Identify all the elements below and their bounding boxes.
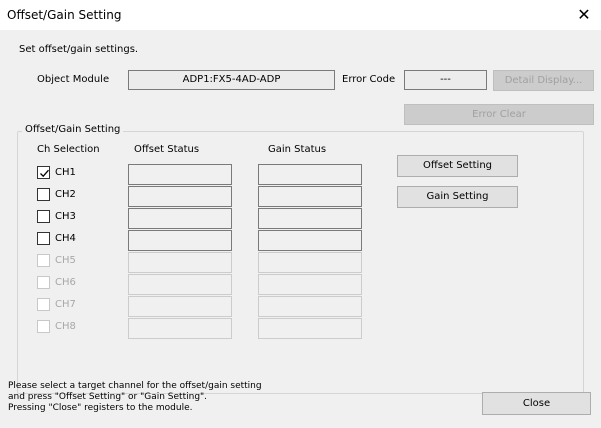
channel-checkbox[interactable]: [37, 254, 50, 267]
channel-checkbox[interactable]: [37, 232, 50, 245]
channel-label: CH3: [55, 211, 76, 222]
channel-label: CH5: [55, 255, 76, 266]
title-bar: Offset/Gain Setting ✕: [0, 0, 601, 30]
dialog-body: Set offset/gain settings. Object Module …: [0, 30, 601, 428]
channel-checkbox[interactable]: [37, 298, 50, 311]
channel-label: CH7: [55, 299, 76, 310]
error-code-label: Error Code: [342, 74, 396, 85]
gain-status-field: [258, 164, 362, 185]
col-ch-selection: Ch Selection: [37, 144, 100, 155]
help-text: Please select a target channel for the o…: [8, 381, 262, 414]
gain-status-field: [258, 208, 362, 229]
gain-status-field: [258, 186, 362, 207]
object-module-value: ADP1:FX5-4AD-ADP: [128, 70, 335, 90]
help-line-3: Pressing "Close" registers to the module…: [8, 403, 193, 413]
channel-label: CH4: [55, 233, 76, 244]
intro-text: Set offset/gain settings.: [19, 44, 139, 55]
gain-status-field: [258, 252, 362, 273]
close-button[interactable]: Close: [482, 392, 591, 415]
close-icon[interactable]: ✕: [573, 4, 595, 26]
window-title: Offset/Gain Setting: [7, 8, 122, 22]
offset-status-field: [128, 208, 232, 229]
offset-status-field: [128, 230, 232, 251]
object-module-label: Object Module: [37, 74, 110, 85]
group-title: Offset/Gain Setting: [22, 124, 124, 135]
channel-checkbox[interactable]: [37, 320, 50, 333]
gain-status-field: [258, 318, 362, 339]
col-offset-status: Offset Status: [134, 144, 200, 155]
channel-label: CH8: [55, 321, 76, 332]
detail-display-button[interactable]: Detail Display...: [493, 70, 594, 91]
gain-status-field: [258, 274, 362, 295]
col-gain-status: Gain Status: [268, 144, 327, 155]
error-code-value: ---: [404, 70, 487, 90]
offset-status-field: [128, 318, 232, 339]
error-clear-button[interactable]: Error Clear: [404, 104, 594, 125]
gain-status-field: [258, 230, 362, 251]
channel-label: CH6: [55, 277, 76, 288]
gain-status-field: [258, 296, 362, 317]
help-line-2: and press "Offset Setting" or "Gain Sett…: [8, 392, 208, 402]
channel-label: CH1: [55, 167, 76, 178]
offset-setting-button[interactable]: Offset Setting: [397, 155, 518, 177]
offset-status-field: [128, 186, 232, 207]
channel-checkbox[interactable]: [37, 276, 50, 289]
offset-status-field: [128, 252, 232, 273]
help-line-1: Please select a target channel for the o…: [8, 381, 262, 391]
offset-status-field: [128, 274, 232, 295]
offset-status-field: [128, 296, 232, 317]
offset-status-field: [128, 164, 232, 185]
gain-setting-button[interactable]: Gain Setting: [397, 186, 518, 208]
channel-checkbox[interactable]: [37, 210, 50, 223]
channel-label: CH2: [55, 189, 76, 200]
channel-checkbox[interactable]: [37, 166, 50, 179]
channel-checkbox[interactable]: [37, 188, 50, 201]
